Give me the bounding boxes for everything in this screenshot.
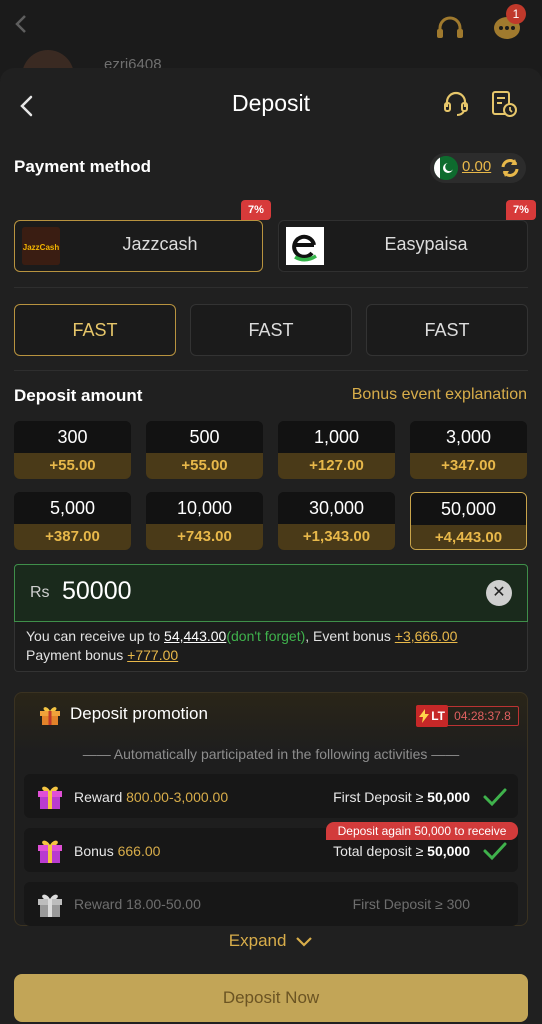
channel-option-3[interactable]: FAST — [366, 304, 528, 356]
balance-value: 0.00 — [462, 158, 492, 175]
deposit-again-tag: Deposit again 50,000 to receive — [326, 822, 518, 840]
method-tag-jazzcash: 7% — [241, 200, 271, 220]
deposit-amount-label: Deposit amount — [14, 386, 143, 405]
bonus-explanation-link[interactable]: Bonus event explanation — [352, 386, 527, 404]
activity-label: Reward — [74, 896, 127, 912]
event-bonus-label: , Event bonus — [305, 628, 395, 644]
requirement-label: First Deposit ≥ — [333, 789, 428, 805]
payment-method-label: Payment method — [14, 157, 151, 176]
amount-value: 50,000 — [411, 493, 526, 525]
amount-option[interactable]: 1,000 +127.00 — [278, 421, 395, 479]
receive-info-line-1: You can receive up to 54,443.00(don't fo… — [26, 628, 457, 644]
method-tag-easypaisa: 7% — [506, 200, 536, 220]
promotion-timer: 04:28:37.8 — [446, 706, 519, 726]
chevron-down-icon — [296, 936, 312, 947]
method-name-jazzcash: Jazzcash — [122, 234, 198, 254]
refresh-icon[interactable] — [498, 156, 522, 180]
requirement-value: 50,000 — [427, 843, 470, 859]
amount-option[interactable]: 3,000 +347.00 — [410, 421, 527, 479]
amount-input-value[interactable]: 50000 — [62, 577, 132, 606]
amount-bonus: +347.00 — [410, 453, 527, 479]
gift-icon — [36, 890, 64, 918]
activity-label: Bonus — [74, 843, 118, 859]
support-icon[interactable] — [440, 88, 472, 120]
limited-time-tag: LT — [416, 705, 448, 727]
activity-label: Reward — [74, 789, 127, 805]
check-icon — [482, 840, 508, 862]
activity-title: Reward 800.00-3,000.00 — [74, 789, 228, 805]
expand-label: Expand — [228, 931, 287, 950]
receive-prefix: You can receive up to — [26, 628, 165, 644]
event-bonus-value: +3,666.00 — [394, 628, 458, 644]
gift-icon — [36, 836, 64, 864]
divider — [14, 370, 528, 371]
receive-total: 54,443.00 — [164, 628, 227, 644]
activity-value: 800.00-3,000.00 — [126, 789, 229, 805]
activity-title: Bonus 666.00 — [74, 843, 160, 859]
requirement-value: 50,000 — [427, 789, 470, 805]
amount-bonus: +55.00 — [14, 453, 131, 479]
dont-forget-note: (don't forget) — [226, 628, 306, 644]
gift-icon — [36, 782, 64, 810]
requirement-label: Total deposit ≥ — [333, 843, 428, 859]
requirement-value: 300 — [446, 896, 470, 912]
amount-value: 30,000 — [278, 492, 395, 524]
amount-value: 1,000 — [278, 421, 395, 453]
deposit-now-button[interactable]: Deposit Now — [14, 974, 528, 1022]
payment-bonus-value: +777.00 — [127, 647, 179, 663]
amount-bonus: +387.00 — [14, 524, 131, 550]
amount-bonus: +127.00 — [278, 453, 395, 479]
amount-option-selected[interactable]: 50,000 +4,443.00 — [410, 492, 527, 550]
amount-value: 5,000 — [14, 492, 131, 524]
amount-value: 10,000 — [146, 492, 263, 524]
gift-icon — [38, 702, 62, 726]
headset-icon[interactable] — [434, 14, 466, 44]
promotion-title: Deposit promotion — [70, 704, 208, 723]
clear-icon[interactable]: ✕ — [486, 580, 512, 606]
activity-requirement: First Deposit ≥ 300 — [353, 896, 470, 912]
requirement-label: First Deposit ≥ — [352, 896, 447, 912]
amount-option[interactable]: 300 +55.00 — [14, 421, 131, 479]
svg-text:JazzCash: JazzCash — [23, 243, 60, 252]
auto-participation-note: —— Automatically participated in the fol… — [82, 746, 460, 762]
activity-requirement: First Deposit ≥ 50,000 — [333, 789, 470, 805]
amount-value: 3,000 — [410, 421, 527, 453]
channel-option-2[interactable]: FAST — [190, 304, 352, 356]
amount-bonus: +55.00 — [146, 453, 263, 479]
limited-time-label: LT — [431, 709, 445, 723]
receive-info-line-2: Payment bonus +777.00 — [26, 647, 178, 663]
divider — [14, 287, 528, 288]
history-icon[interactable] — [488, 88, 520, 120]
jazzcash-logo: JazzCash — [22, 227, 60, 265]
activity-value: 666.00 — [117, 843, 161, 859]
method-name-easypaisa: Easypaisa — [384, 234, 468, 254]
channel-option-1[interactable]: FAST — [14, 304, 176, 356]
pakistan-flag-icon — [434, 156, 458, 180]
activity-requirement: Total deposit ≥ 50,000 — [333, 843, 470, 859]
notification-badge: 1 — [506, 4, 526, 24]
amount-bonus: +4,443.00 — [411, 525, 526, 549]
expand-button[interactable]: Expand — [0, 931, 542, 951]
currency-label: Rs — [30, 584, 50, 601]
amount-option[interactable]: 5,000 +387.00 — [14, 492, 131, 550]
amount-bonus: +743.00 — [146, 524, 263, 550]
check-icon — [482, 786, 508, 808]
amount-value: 300 — [14, 421, 131, 453]
amount-option[interactable]: 500 +55.00 — [146, 421, 263, 479]
amount-option[interactable]: 10,000 +743.00 — [146, 492, 263, 550]
background-back-icon — [10, 12, 34, 36]
amount-value: 500 — [146, 421, 263, 453]
amount-bonus: +1,343.00 — [278, 524, 395, 550]
payment-bonus-label: Payment bonus — [26, 647, 128, 663]
activity-value: 18.00-50.00 — [126, 896, 201, 912]
activity-title: Reward 18.00-50.00 — [74, 896, 201, 912]
easypaisa-logo — [286, 227, 324, 265]
amount-option[interactable]: 30,000 +1,343.00 — [278, 492, 395, 550]
